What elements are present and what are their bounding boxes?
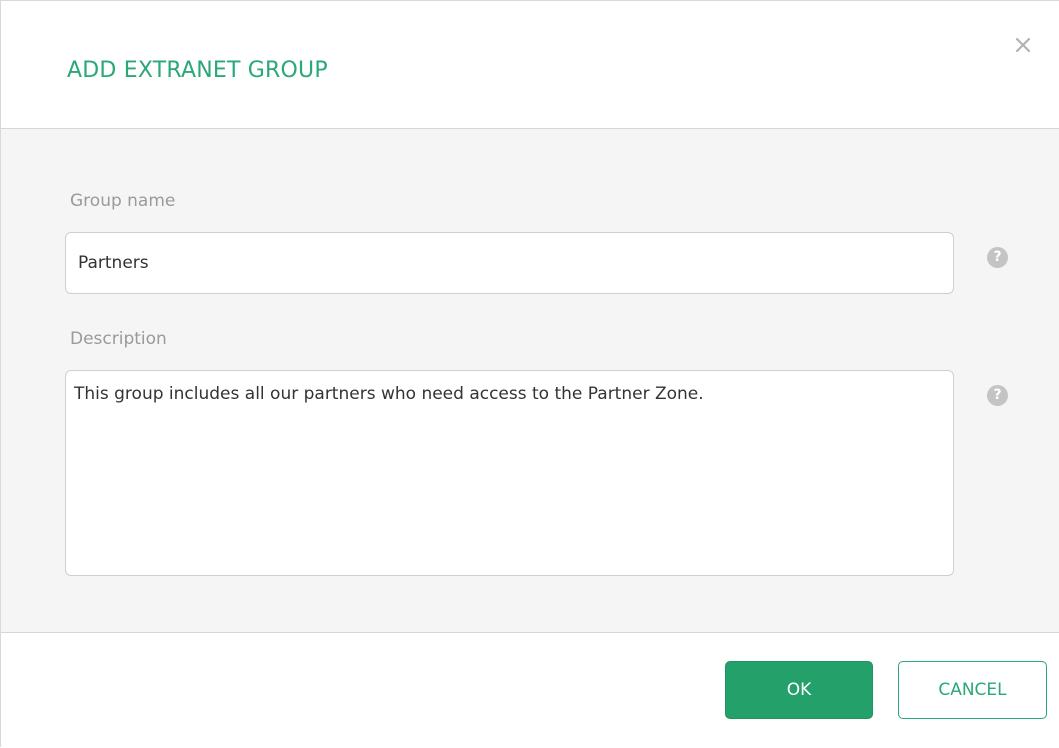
cancel-button[interactable]: CANCEL [898,661,1047,719]
dialog-title: ADD EXTRANET GROUP [67,58,328,83]
group-name-label: Group name [70,191,176,211]
description-textarea[interactable]: This group includes all our partners who… [65,370,954,576]
group-name-input[interactable] [65,232,954,294]
description-label: Description [70,329,167,349]
dialog-header: ADD EXTRANET GROUP [1,1,1059,129]
close-icon-glyph [1015,37,1031,53]
dialog-body: Group name ? Description This group incl… [1,129,1059,633]
add-extranet-group-dialog: ADD EXTRANET GROUP Group name ? Descript… [0,0,1059,748]
close-icon[interactable] [1011,33,1035,57]
dialog-footer: OK CANCEL [1,633,1059,748]
description-help-icon[interactable]: ? [987,385,1008,406]
group-name-help-icon[interactable]: ? [987,247,1008,268]
ok-button[interactable]: OK [725,661,873,719]
